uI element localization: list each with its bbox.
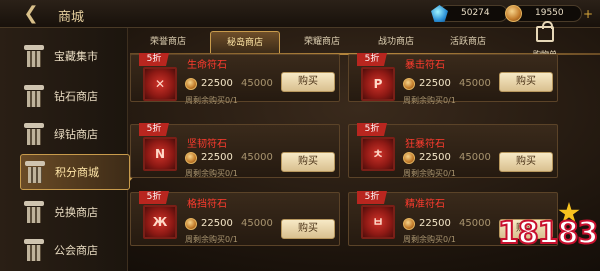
purchase-limit: 周剩余购买0/1 <box>185 235 238 244</box>
buy-button[interactable]: 购买 <box>281 152 335 172</box>
item-original-price: 45000 <box>241 218 273 229</box>
item-price: 22500 <box>201 78 233 89</box>
item-price: 22500 <box>419 78 451 89</box>
site-watermark: 18183 <box>497 202 599 268</box>
item-price: 22500 <box>201 218 233 229</box>
pillar-icon <box>24 85 44 107</box>
item-price: 22500 <box>201 152 233 163</box>
buy-button[interactable]: 购买 <box>281 219 335 239</box>
purchase-limit: 周剩余购买0/1 <box>403 169 456 178</box>
sidebar-item-label: 宝藏集市 <box>54 50 98 63</box>
pillar-icon <box>24 239 44 261</box>
sidebar-item-label: 绿钻商店 <box>54 128 98 141</box>
coin-icon <box>403 218 415 230</box>
sidebar-item-guild-shop[interactable]: 公会商店 <box>24 232 124 268</box>
item-original-price: 45000 <box>241 78 273 89</box>
rune-stone-icon[interactable]: ㅊ <box>361 137 395 171</box>
discount-badge: 5折 <box>357 53 387 66</box>
item-original-price: 45000 <box>459 152 491 163</box>
tab-active-shop[interactable]: 活跃商店 <box>440 31 496 53</box>
coin-icon <box>505 5 522 22</box>
sidebar-item-exchange-shop[interactable]: 兑换商店 <box>24 194 124 230</box>
top-bar: ❮ 商城 50274 + 19550 + <box>0 0 600 28</box>
back-arrow-icon[interactable]: ❮ <box>20 4 42 24</box>
item-name: 精准符石 <box>405 199 445 210</box>
sidebar-item-diamond-shop[interactable]: 钻石商店 <box>24 78 124 114</box>
purchase-limit: 周剩余购买0/1 <box>185 96 238 105</box>
rune-stone-icon[interactable]: Ж <box>143 205 177 239</box>
item-original-price: 45000 <box>459 218 491 229</box>
shop-item-card: 5折 Ж 格挡符石 22500 45000 周剩余购买0/1 购买 <box>130 191 340 246</box>
coin-icon <box>185 218 197 230</box>
coin-icon <box>403 78 415 90</box>
discount-badge: 5折 <box>139 123 169 136</box>
page-title: 商城 <box>58 10 85 25</box>
gem-currency: 50274 + <box>431 5 519 22</box>
purchase-limit: 周剩余购买0/1 <box>403 96 456 105</box>
discount-badge: 5折 <box>139 53 169 66</box>
purchase-limit: 周剩余购买0/1 <box>185 169 238 178</box>
item-price: 22500 <box>419 152 451 163</box>
sidebar-item-label: 钻石商店 <box>54 90 98 103</box>
tab-honor-shop[interactable]: 荣誉商店 <box>140 31 196 53</box>
pillar-icon <box>25 161 45 183</box>
shop-item-card: 5折 ㅊ 狂暴符石 22500 45000 周剩余购买0/1 购买 <box>348 123 558 178</box>
item-name: 格挡符石 <box>187 199 227 210</box>
item-original-price: 45000 <box>459 78 491 89</box>
sidebar-item-label: 公会商店 <box>54 244 98 257</box>
rune-stone-icon[interactable]: P <box>361 67 395 101</box>
item-name: 生命符石 <box>187 60 227 71</box>
add-coin-button[interactable]: + <box>583 7 593 21</box>
coin-currency: 19550 + <box>505 5 593 22</box>
gem-icon <box>431 5 448 22</box>
coin-icon <box>185 152 197 164</box>
sidebar: 宝藏集市 钻石商店 绿钻商店 积分商城 兑换商店 公会商店 <box>0 28 137 271</box>
shop-item-card: 5折 P 暴击符石 22500 45000 周剩余购买0/1 购买 <box>348 53 558 105</box>
item-name: 暴击符石 <box>405 60 445 71</box>
sidebar-item-label: 兑换商店 <box>54 206 98 219</box>
pillar-icon <box>24 123 44 145</box>
shop-item-card: 5折 ✕ 生命符石 22500 45000 周剩余购买0/1 购买 <box>130 53 340 105</box>
discount-badge: 5折 <box>357 123 387 136</box>
coin-icon <box>403 152 415 164</box>
item-original-price: 45000 <box>241 152 273 163</box>
coin-amount: 19550 <box>535 8 564 18</box>
sidebar-item-label: 积分商城 <box>55 166 99 179</box>
rune-stone-icon[interactable]: ✕ <box>143 67 177 101</box>
discount-badge: 5折 <box>357 191 387 204</box>
rune-stone-icon[interactable]: ㅂ <box>361 205 395 239</box>
buy-button[interactable]: 购买 <box>281 72 335 92</box>
tab-glory-shop[interactable]: 荣耀商店 <box>292 31 352 53</box>
sidebar-item-green-diamond-shop[interactable]: 绿钻商店 <box>24 116 124 152</box>
buy-button[interactable]: 购买 <box>499 152 553 172</box>
pillar-icon <box>24 201 44 223</box>
purchase-limit: 周剩余购买0/1 <box>403 235 456 244</box>
item-name: 狂暴符石 <box>405 139 445 150</box>
discount-badge: 5折 <box>139 191 169 204</box>
tab-secret-island-shop[interactable]: 秘岛商店 <box>210 31 280 53</box>
coin-icon <box>185 78 197 90</box>
tab-merit-shop[interactable]: 战功商店 <box>368 31 424 53</box>
item-name: 坚韧符石 <box>187 139 227 150</box>
watermark-text: 18183 <box>497 215 599 252</box>
sidebar-item-points-mall[interactable]: 积分商城 <box>20 154 137 190</box>
shopping-list-button[interactable]: 购物单 <box>528 21 562 59</box>
gem-amount: 50274 <box>461 8 490 18</box>
rune-stone-icon[interactable]: N <box>143 137 177 171</box>
pillar-icon <box>24 45 44 67</box>
sidebar-item-treasure-market[interactable]: 宝藏集市 <box>24 38 124 74</box>
shop-item-card: 5折 N 坚韧符石 22500 45000 周剩余购买0/1 购买 <box>130 123 340 178</box>
cart-icon <box>536 21 554 42</box>
buy-button[interactable]: 购买 <box>499 72 553 92</box>
item-price: 22500 <box>419 218 451 229</box>
